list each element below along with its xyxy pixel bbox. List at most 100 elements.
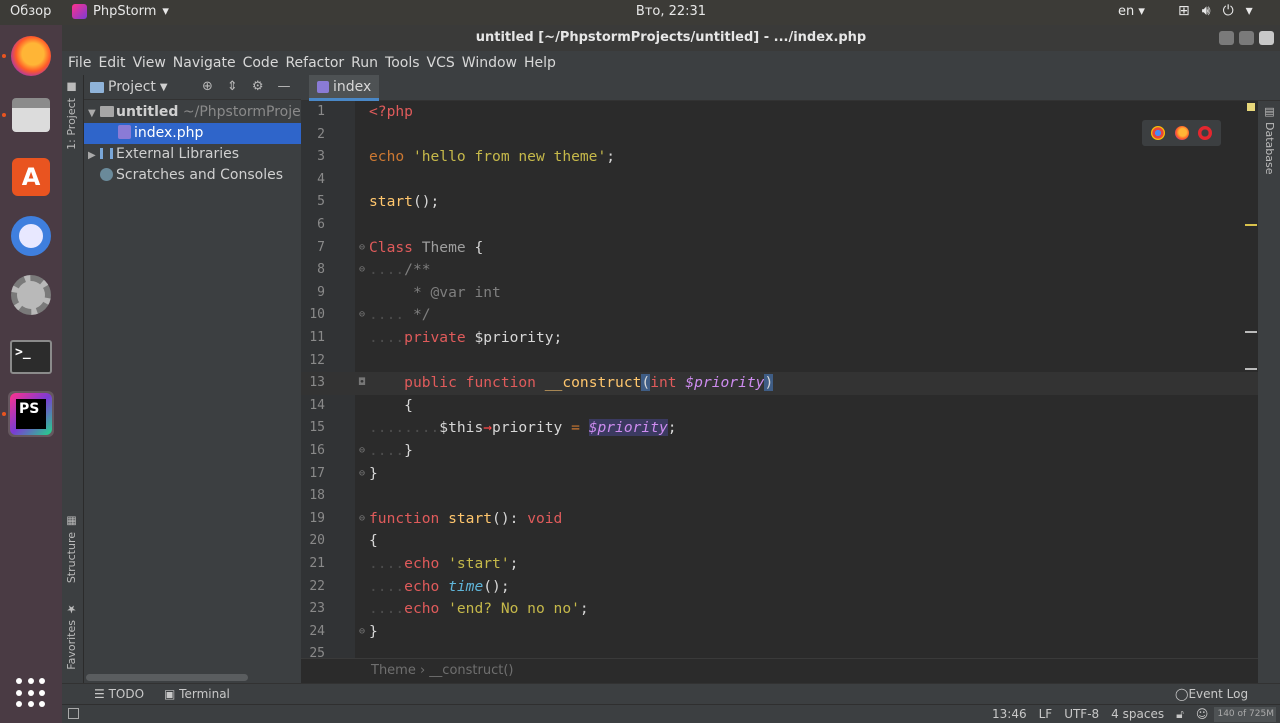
menu-window[interactable]: Window — [462, 55, 517, 71]
favorites-tool-label: Favorites — [65, 620, 78, 670]
line-number: 7 — [317, 239, 325, 255]
menu-file[interactable]: File — [68, 55, 91, 71]
terminal-tool-button[interactable]: ▣ Terminal — [164, 687, 230, 701]
terminal-label: Terminal — [179, 687, 230, 701]
fold-icon[interactable]: ⊖ — [359, 621, 365, 644]
line-number: 22 — [309, 578, 325, 594]
code-token: = — [562, 419, 589, 437]
memory-indicator[interactable]: 140 of 725M — [1214, 707, 1276, 722]
code-line: 1 <?php — [301, 101, 1258, 124]
error-stripe-mark[interactable] — [1245, 368, 1257, 370]
fold-icon[interactable]: ⊖ — [359, 440, 365, 463]
code-line: 2 — [301, 124, 1258, 147]
horizontal-scrollbar[interactable] — [86, 674, 248, 681]
code-line: 5 start(); — [301, 191, 1258, 214]
chromium-launcher[interactable] — [8, 213, 54, 259]
tree-item-index-php[interactable]: index.php — [84, 123, 301, 144]
line-separator[interactable]: LF — [1039, 707, 1053, 722]
code-token: $priority — [685, 374, 765, 392]
todo-tool-button[interactable]: ☰ TODO — [94, 687, 144, 701]
override-marker-icon[interactable]: ◘ — [359, 372, 365, 395]
code-token: priority — [492, 419, 563, 437]
code-token: public — [404, 374, 457, 392]
code-token: start — [448, 509, 493, 527]
error-stripe-mark[interactable] — [1245, 331, 1257, 333]
root-path: ~/PhpstormProjects/untitled — [182, 104, 301, 120]
tree-item-external-libraries[interactable]: ▶ External Libraries — [84, 144, 301, 165]
fold-icon[interactable]: ⊖ — [359, 304, 365, 327]
firefox-launcher[interactable] — [2, 33, 54, 79]
locate-icon[interactable]: ⊕ — [202, 79, 213, 94]
opera-icon[interactable] — [1197, 126, 1212, 140]
menu-edit[interactable]: Edit — [98, 55, 125, 71]
settings-launcher[interactable] — [8, 272, 54, 318]
tree-item-scratches[interactable]: Scratches and Consoles — [84, 165, 301, 186]
project-tool-tab[interactable]: 1: Project ■ — [65, 81, 78, 150]
event-log-button[interactable]: ◯Event Log — [1175, 687, 1248, 701]
caret-position[interactable]: 13:46 — [992, 707, 1027, 722]
php-file-icon — [317, 80, 329, 93]
code-token: void — [527, 509, 563, 527]
code-token: echo — [404, 555, 440, 572]
code-token: int — [650, 374, 677, 392]
inspector-icon[interactable]: ☺ — [1196, 707, 1209, 722]
files-launcher[interactable] — [2, 92, 54, 138]
line-number: 11 — [309, 330, 325, 345]
menu-tools[interactable]: Tools — [385, 55, 420, 71]
collapsed-arrow-icon: ▶ — [88, 150, 96, 161]
line-number: 19 — [309, 510, 325, 526]
hide-icon[interactable]: — — [277, 79, 290, 94]
libraries-icon — [100, 148, 113, 159]
code-line: 4 — [301, 169, 1258, 192]
code-line: 22 ....echo time(); — [301, 576, 1258, 599]
code-line: 7 ⊖ Class Theme { — [301, 237, 1258, 260]
fold-icon[interactable]: ⊖ — [359, 237, 365, 260]
code-token: echo — [369, 148, 405, 166]
indent-setting[interactable]: 4 spaces — [1111, 707, 1164, 722]
tree-item-root[interactable]: ▼ untitled ~/PhpstormProjects/untitled — [84, 102, 301, 123]
close-button[interactable] — [1259, 31, 1274, 45]
chrome-icon[interactable] — [1151, 126, 1166, 140]
project-view-selector[interactable]: Project — [108, 79, 156, 95]
tab-index[interactable]: index — [309, 75, 380, 101]
favorites-tool-tab[interactable]: Favorites ★ — [65, 603, 78, 670]
fold-icon[interactable]: ⊖ — [359, 508, 365, 531]
code-line: 15 ........$this→priority = $priority; — [301, 417, 1258, 440]
software-launcher[interactable]: A — [8, 154, 54, 200]
menu-vcs[interactable]: VCS — [427, 55, 455, 71]
window-titlebar[interactable]: untitled [~/PhpstormProjects/untitled] -… — [62, 25, 1280, 51]
structure-tool-tab[interactable]: Structure ▦ — [65, 515, 78, 583]
line-number: 1 — [317, 104, 325, 119]
menu-refactor[interactable]: Refactor — [285, 55, 344, 71]
error-stripe-mark[interactable] — [1245, 224, 1257, 226]
system-tray[interactable]: ⊞ 🔊︎ ⏻ ▾ — [1178, 3, 1253, 19]
menu-view[interactable]: View — [133, 55, 166, 71]
minimize-button[interactable] — [1219, 31, 1234, 45]
line-number: 8 — [317, 262, 325, 278]
fold-icon[interactable]: ⊖ — [359, 259, 365, 282]
terminal-launcher[interactable]: >_ — [8, 334, 54, 380]
code-editor[interactable]: 1 <?php 2 3 echo 'hello from new theme'; 4… — [301, 101, 1258, 658]
language-indicator[interactable]: en ▾ — [1118, 4, 1145, 19]
phpstorm-launcher[interactable]: PS — [2, 391, 54, 437]
lock-icon[interactable]: 🔓︎ — [1176, 707, 1184, 722]
tool-windows-toggle-icon[interactable] — [68, 708, 79, 719]
inspection-status-icon[interactable] — [1247, 103, 1255, 111]
menu-code[interactable]: Code — [243, 55, 279, 71]
collapse-icon[interactable]: ⇕ — [227, 79, 238, 94]
show-applications-button[interactable] — [8, 670, 54, 716]
menu-run[interactable]: Run — [351, 55, 378, 71]
code-token: } — [369, 464, 378, 482]
menu-navigate[interactable]: Navigate — [173, 55, 236, 71]
menu-help[interactable]: Help — [524, 55, 556, 71]
maximize-button[interactable] — [1239, 31, 1254, 45]
breadcrumb[interactable]: Theme › __construct() — [301, 658, 1258, 683]
gear-icon[interactable]: ⚙ — [252, 79, 264, 94]
database-tool-tab[interactable]: ▤ Database — [1263, 105, 1276, 175]
firefox-icon[interactable] — [1174, 126, 1189, 140]
line-number: 20 — [309, 533, 325, 549]
power-icon: ⏻ — [1222, 3, 1234, 19]
fold-icon[interactable]: ⊖ — [359, 463, 365, 486]
clock[interactable]: Вто, 22:31 — [0, 4, 1280, 19]
file-encoding[interactable]: UTF-8 — [1064, 707, 1099, 722]
